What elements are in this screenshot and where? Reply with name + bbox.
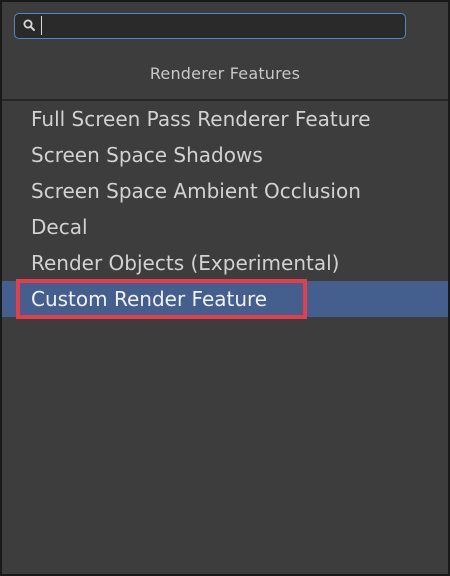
renderer-features-popup: Renderer Features Full Screen Pass Rende… <box>0 0 450 576</box>
renderer-feature-list: Full Screen Pass Renderer Feature Screen… <box>2 101 448 317</box>
panel-title: Renderer Features <box>149 64 301 83</box>
list-item-full-screen-pass[interactable]: Full Screen Pass Renderer Feature <box>2 101 448 137</box>
search-icon <box>22 18 38 34</box>
list-item-render-objects[interactable]: Render Objects (Experimental) <box>2 245 448 281</box>
list-item-screen-space-shadows[interactable]: Screen Space Shadows <box>2 137 448 173</box>
list-item-decal[interactable]: Decal <box>2 209 448 245</box>
search-input[interactable] <box>41 16 404 35</box>
list-item-custom-render-feature[interactable]: Custom Render Feature <box>2 281 448 317</box>
list-item-screen-space-ambient-occlusion[interactable]: Screen Space Ambient Occlusion <box>2 173 448 209</box>
search-bar[interactable] <box>14 13 406 39</box>
